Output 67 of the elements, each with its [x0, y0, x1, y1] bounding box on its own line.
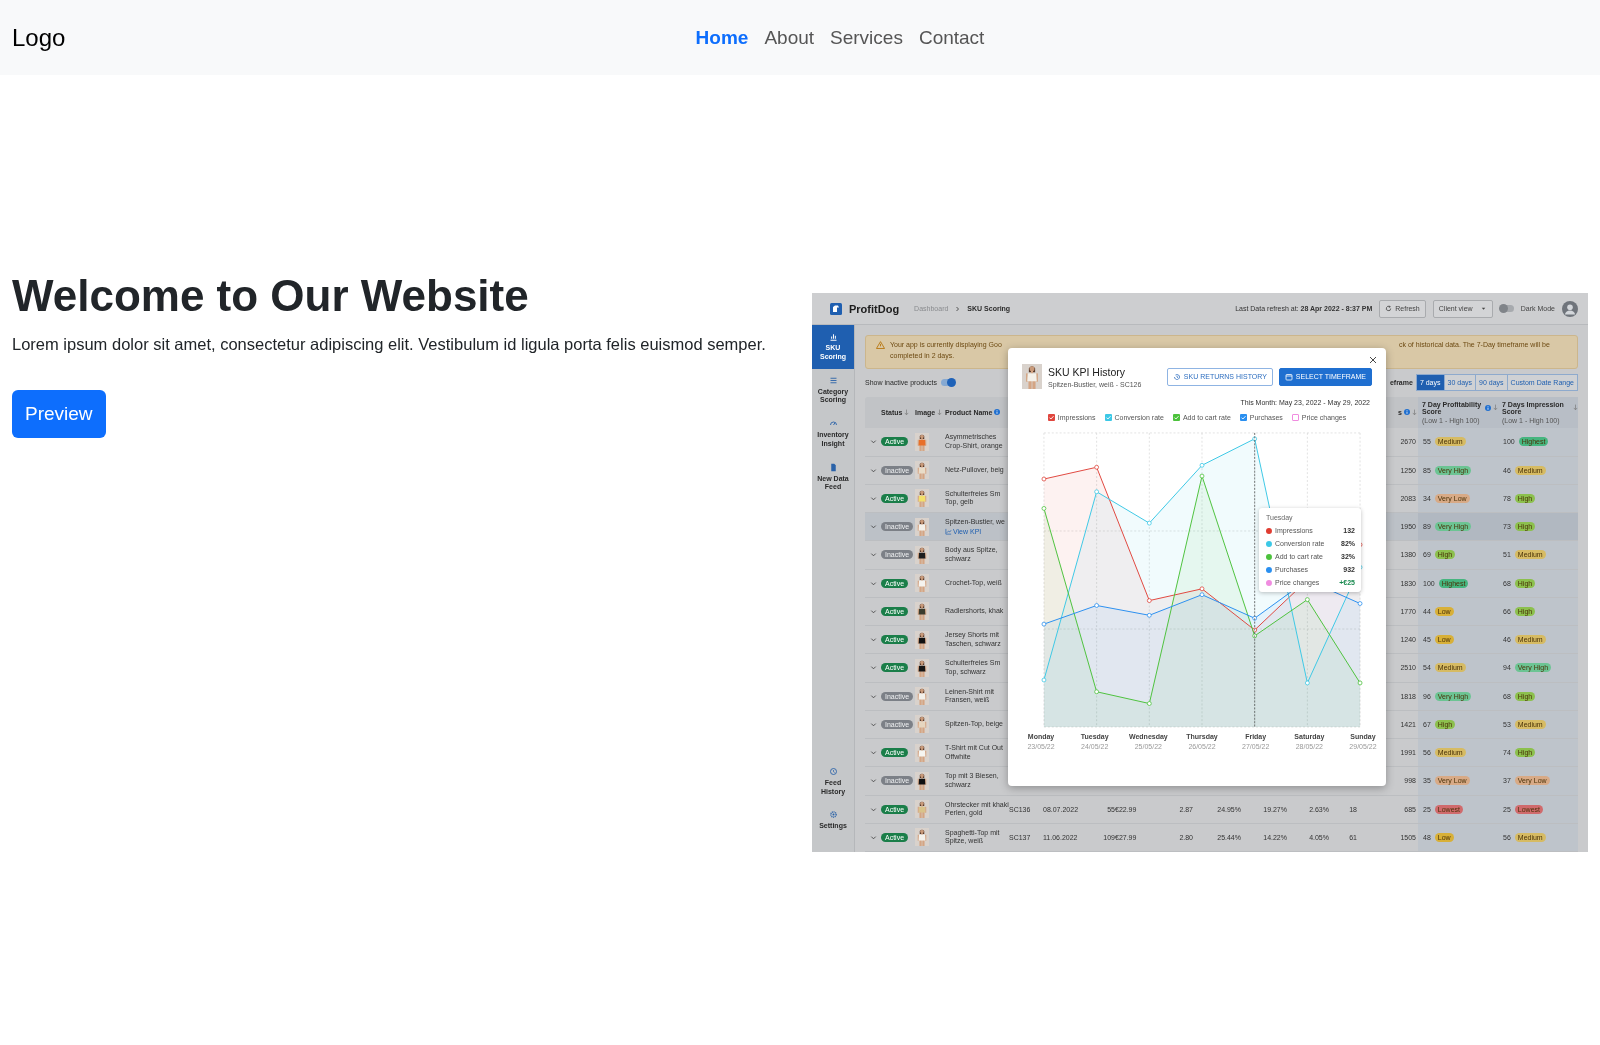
chevron-down-icon[interactable]: [870, 494, 877, 502]
sort-arrow-icon[interactable]: [1493, 404, 1498, 412]
list-icon: [828, 375, 838, 385]
chart-point: [1199, 462, 1205, 468]
bar-chart-icon: [828, 332, 838, 341]
chevron-down-icon[interactable]: [870, 720, 877, 728]
chart-point: [1094, 689, 1099, 695]
line-chart-icon: [945, 527, 952, 535]
chart-point: [1041, 506, 1047, 511]
chevron-down-icon[interactable]: [870, 607, 877, 615]
chevron-down-icon[interactable]: [870, 438, 877, 446]
chart-point: [1357, 601, 1363, 606]
sort-arrow-icon[interactable]: [1573, 404, 1578, 412]
chevron-down-icon[interactable]: [870, 692, 877, 700]
chart-point: [1357, 680, 1363, 686]
chart-point: [1146, 598, 1152, 603]
sort-arrow-icon[interactable]: [904, 408, 910, 416]
chart-point: [1041, 621, 1047, 627]
chevron-down-icon[interactable]: [870, 636, 877, 644]
logo-text: Logo: [12, 23, 66, 52]
chart-point: [1252, 615, 1258, 621]
avatar-icon[interactable]: [1562, 300, 1578, 317]
legend-checkbox[interactable]: [1291, 414, 1299, 421]
chevron-down-icon[interactable]: [870, 466, 877, 474]
nav-link[interactable]: Home: [695, 26, 749, 49]
hero-heading: Welcome to Our Website: [12, 270, 530, 322]
dark-mode-toggle[interactable]: [1499, 305, 1514, 312]
close-icon[interactable]: [1369, 356, 1377, 364]
chart-point: [1094, 603, 1099, 608]
chevron-down-icon[interactable]: [870, 833, 877, 841]
chart-point: [1041, 476, 1047, 482]
gauge-icon: [828, 419, 838, 428]
chevron-down-icon[interactable]: [870, 805, 877, 813]
chevron-down-icon[interactable]: [870, 579, 877, 587]
clock-icon: [828, 766, 838, 776]
preview-button[interactable]: Preview: [12, 389, 106, 438]
caret-down-icon: [1479, 305, 1487, 312]
chart-point: [1252, 436, 1258, 442]
calendar-icon: [1284, 372, 1293, 381]
modal-title: SKU KPI History: [1048, 365, 1127, 378]
chart-point: [1146, 612, 1152, 618]
chart-point: [1146, 701, 1152, 706]
chart-point: [1094, 489, 1099, 495]
hero-text: Lorem ipsum dolor sit amet, consectetur adipiscing elit. Vestibulum id ligula porta felis euismod semper.: [12, 334, 767, 354]
chart-point: [1094, 464, 1099, 470]
chart-point: [1041, 677, 1047, 683]
chart-point: [1305, 597, 1310, 602]
chevron-down-icon[interactable]: [870, 551, 877, 559]
refresh-icon: [1385, 305, 1393, 312]
chevron-down-icon[interactable]: [870, 523, 877, 531]
nav-link[interactable]: Contact: [918, 26, 985, 49]
document-icon: [828, 462, 838, 472]
nav-link[interactable]: Services: [830, 26, 903, 49]
chevron-down-icon[interactable]: [870, 749, 877, 757]
settings-icon: [828, 810, 838, 820]
sort-arrow-icon[interactable]: [937, 408, 943, 416]
history-icon: [1172, 372, 1181, 381]
chart-point: [1305, 680, 1310, 686]
chart-point: [1146, 520, 1152, 526]
warning-icon: [876, 341, 885, 349]
nav-link[interactable]: About: [764, 26, 815, 49]
brand-name: ProfitDog: [849, 302, 900, 315]
chevron-down-icon[interactable]: [870, 777, 877, 785]
chevron-down-icon[interactable]: [870, 664, 877, 672]
chevron-right-icon: [955, 305, 961, 312]
sort-arrow-icon[interactable]: [1412, 408, 1417, 416]
chart-point: [1199, 473, 1205, 479]
